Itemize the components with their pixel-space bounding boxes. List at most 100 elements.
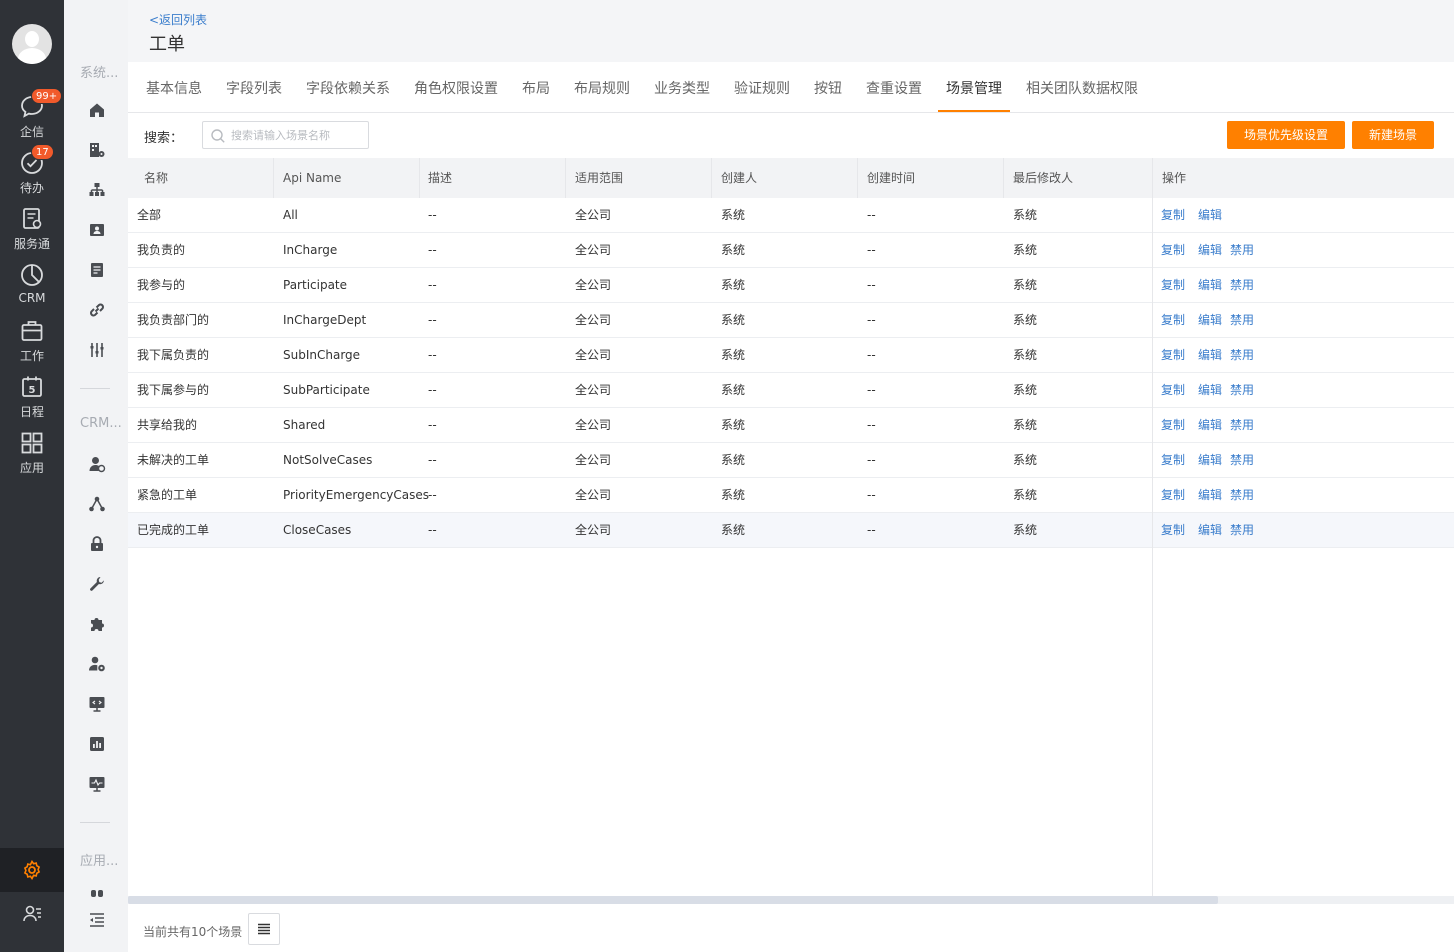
edit-link[interactable]: 编辑 [1198, 268, 1222, 302]
edit-link[interactable]: 编辑 [1198, 443, 1222, 477]
copy-link[interactable]: 复制 [1161, 303, 1185, 337]
nav-item-apps[interactable]: 应用 [0, 430, 64, 482]
bar-chart-icon[interactable] [88, 735, 106, 753]
disable-link[interactable]: 禁用 [1230, 268, 1254, 302]
tab-layout-rules[interactable]: 布局规则 [574, 78, 630, 98]
tab-field-list[interactable]: 字段列表 [226, 78, 282, 98]
table-row[interactable]: 我下属参与的 SubParticipate -- 全公司 系统 -- 系统 复制 编辑 禁用 [128, 373, 1454, 408]
edit-link[interactable]: 编辑 [1198, 373, 1222, 407]
tab-basic-info[interactable]: 基本信息 [146, 78, 202, 98]
pie-chart-icon [21, 264, 43, 286]
building-settings-icon[interactable] [88, 141, 106, 159]
search-input[interactable] [231, 127, 365, 143]
cell-creator: 系统 [721, 208, 746, 222]
table-row[interactable]: 共享给我的 Shared -- 全公司 系统 -- 系统 复制 编辑 禁用 [128, 408, 1454, 443]
tab-validation-rules[interactable]: 验证规则 [734, 78, 790, 98]
app-icon[interactable] [88, 889, 106, 897]
link-icon[interactable] [88, 301, 106, 319]
copy-link[interactable]: 复制 [1161, 198, 1185, 232]
code-monitor-icon[interactable] [88, 695, 106, 713]
disable-link[interactable]: 禁用 [1230, 478, 1254, 512]
disable-link[interactable]: 禁用 [1230, 338, 1254, 372]
table-row[interactable]: 全部 All -- 全公司 系统 -- 系统 复制 编辑 [128, 198, 1454, 233]
new-scene-button[interactable]: 新建场景 [1352, 121, 1434, 149]
edit-link[interactable]: 编辑 [1198, 338, 1222, 372]
tab-team-data-permissions[interactable]: 相关团队数据权限 [1026, 78, 1138, 98]
tab-buttons[interactable]: 按钮 [814, 78, 842, 98]
cell-description: -- [428, 523, 437, 537]
copy-link[interactable]: 复制 [1161, 338, 1185, 372]
edit-link[interactable]: 编辑 [1198, 478, 1222, 512]
home-icon[interactable] [88, 101, 106, 119]
avatar[interactable] [12, 24, 52, 64]
disable-link[interactable]: 禁用 [1230, 233, 1254, 267]
column-header: Api Name [283, 171, 342, 185]
table-row[interactable]: 未解决的工单 NotSolveCases -- 全公司 系统 -- 系统 复制 编辑 禁用 [128, 443, 1454, 478]
tab-layout[interactable]: 布局 [522, 78, 550, 98]
document-icon[interactable] [88, 261, 106, 279]
tab-role-permissions[interactable]: 角色权限设置 [414, 78, 498, 98]
cell-scope: 全公司 [575, 313, 612, 327]
nav-item-schedule[interactable]: 5 日程 [0, 374, 64, 426]
nav-item-crm[interactable]: CRM [0, 262, 64, 314]
edit-link[interactable]: 编辑 [1198, 233, 1222, 267]
list-view-button[interactable] [248, 913, 280, 945]
copy-link[interactable]: 复制 [1161, 513, 1185, 547]
cell-creator: 系统 [721, 488, 746, 502]
table-row[interactable]: 我负责的 InCharge -- 全公司 系统 -- 系统 复制 编辑 禁用 [128, 233, 1454, 268]
tab-field-dependency[interactable]: 字段依赖关系 [306, 78, 390, 98]
disable-link[interactable]: 禁用 [1230, 513, 1254, 547]
cell-last-modifier: 系统 [1013, 383, 1038, 397]
table-row[interactable]: 紧急的工单 PriorityEmergencyCases -- 全公司 系统 -- 系统 复制… [128, 478, 1454, 513]
table-row[interactable]: 我下属负责的 SubInCharge -- 全公司 系统 -- 系统 复制 编辑 禁用 [128, 338, 1454, 373]
nav-item-settings[interactable] [0, 848, 64, 892]
copy-link[interactable]: 复制 [1161, 408, 1185, 442]
lock-icon[interactable] [88, 535, 106, 553]
nav-item-todo[interactable]: 待办 [0, 150, 64, 202]
puzzle-icon[interactable] [88, 615, 106, 633]
copy-link[interactable]: 复制 [1161, 233, 1185, 267]
wrench-icon[interactable] [88, 575, 106, 593]
user-settings-icon[interactable] [88, 455, 106, 473]
tab-business-type[interactable]: 业务类型 [654, 78, 710, 98]
copy-link[interactable]: 复制 [1161, 443, 1185, 477]
nav-item-user-settings[interactable] [22, 904, 42, 927]
collapse-menu-icon[interactable] [88, 911, 106, 929]
scene-priority-button[interactable]: 场景优先级设置 [1227, 121, 1345, 149]
nav-item-work[interactable]: 工作 [0, 318, 64, 370]
network-icon[interactable] [88, 495, 106, 513]
search-box[interactable] [202, 121, 369, 149]
user-gear-icon[interactable] [88, 655, 106, 673]
table-row[interactable]: 已完成的工单 CloseCases -- 全公司 系统 -- 系统 复制 编辑 禁用 [128, 513, 1454, 548]
sliders-icon[interactable] [88, 341, 106, 359]
copy-link[interactable]: 复制 [1161, 478, 1185, 512]
cell-description: -- [428, 348, 437, 362]
horizontal-scrollbar-thumb[interactable] [128, 896, 1218, 904]
tab-scene-management[interactable]: 场景管理 [946, 78, 1002, 98]
cell-created-time: -- [867, 348, 876, 362]
edit-link[interactable]: 编辑 [1198, 513, 1222, 547]
disable-link[interactable]: 禁用 [1230, 408, 1254, 442]
cell-creator: 系统 [721, 453, 746, 467]
cell-api-name: All [283, 208, 298, 222]
disable-link[interactable]: 禁用 [1230, 443, 1254, 477]
edit-link[interactable]: 编辑 [1198, 303, 1222, 337]
copy-link[interactable]: 复制 [1161, 268, 1185, 302]
nav-item-service[interactable]: 服务通 [0, 206, 64, 258]
monitor-pulse-icon[interactable] [88, 775, 106, 793]
table-row[interactable]: 我负责部门的 InChargeDept -- 全公司 系统 -- 系统 复制 编辑 禁用 [128, 303, 1454, 338]
disable-link[interactable]: 禁用 [1230, 373, 1254, 407]
table-row[interactable]: 我参与的 Participate -- 全公司 系统 -- 系统 复制 编辑 禁用 [128, 268, 1454, 303]
page-header: <返回列表 工单 [128, 0, 1454, 62]
back-to-list-link[interactable]: <返回列表 [149, 11, 207, 28]
cell-api-name: InChargeDept [283, 313, 367, 327]
active-tab-indicator [938, 110, 1010, 112]
disable-link[interactable]: 禁用 [1230, 303, 1254, 337]
org-chart-icon[interactable] [88, 181, 106, 199]
tab-duplicate-check[interactable]: 查重设置 [866, 78, 922, 98]
edit-link[interactable]: 编辑 [1198, 408, 1222, 442]
cell-api-name: SubInCharge [283, 348, 361, 362]
copy-link[interactable]: 复制 [1161, 373, 1185, 407]
contact-card-icon[interactable] [88, 221, 106, 239]
edit-link[interactable]: 编辑 [1198, 198, 1222, 232]
